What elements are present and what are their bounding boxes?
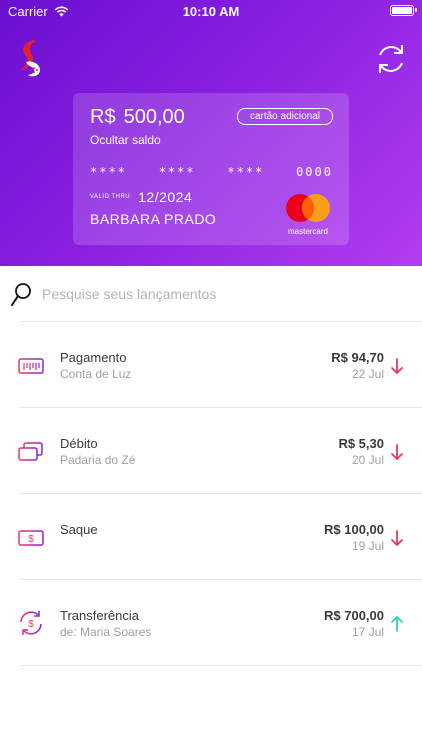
refresh-icon[interactable]: [374, 42, 408, 76]
header-banner: Carrier 10:10 AM R$ 500,00 Ocultar saldo…: [0, 0, 422, 266]
status-bar: Carrier 10:10 AM: [0, 0, 422, 22]
svg-text:$: $: [28, 619, 34, 630]
transaction-title: Saque: [60, 522, 98, 537]
divider: [20, 665, 422, 666]
transaction-row[interactable]: $ Saque R$ 100,00 19 Jul: [0, 494, 422, 580]
arrow-down-icon: [391, 358, 403, 375]
barcode-icon: [18, 358, 44, 374]
card-holder: BARBARA PRADO: [90, 211, 217, 227]
mastercard-wordmark: mastercard: [287, 227, 328, 236]
transaction-amount: R$ 700,00: [324, 608, 384, 623]
transaction-amount: R$ 5,30: [338, 436, 384, 451]
arrow-down-icon: [391, 444, 403, 461]
transaction-subtitle: Conta de Luz: [60, 367, 132, 381]
transfer-icon: $: [20, 611, 42, 635]
card-number-group: ****: [90, 165, 127, 179]
transaction-subtitle: Padaria do Zé: [60, 453, 136, 467]
cash-icon: $: [18, 530, 44, 546]
battery-icon: [390, 5, 417, 16]
transaction-date: 22 Jul: [351, 367, 384, 381]
transaction-row[interactable]: $ Transferência de: Maria Soares R$ 700,…: [0, 580, 422, 666]
card-number-group: ****: [158, 165, 196, 179]
mastercard-circles-icon: [286, 194, 330, 222]
credit-card[interactable]: R$ 500,00 Ocultar saldo cartão adicional…: [73, 93, 349, 245]
balance-value: 500,00: [123, 106, 185, 128]
transaction-row[interactable]: Pagamento Conta de Luz R$ 94,70 22 Jul: [0, 322, 422, 408]
balance-currency: R$: [90, 106, 116, 128]
valid-thru-label: VALID THRU: [90, 194, 131, 200]
transaction-amount: R$ 100,00: [324, 522, 384, 537]
mastercard-logo: mastercard: [283, 193, 333, 236]
transaction-title: Pagamento: [60, 350, 127, 365]
balance: R$ 500,00: [90, 106, 185, 129]
transaction-date: 17 Jul: [351, 625, 384, 639]
brand-logo-icon: [20, 40, 40, 77]
search-icon: [11, 283, 31, 306]
card-number: **** **** **** 0000: [90, 165, 333, 179]
clock: 10:10 AM: [182, 4, 240, 19]
transaction-date: 19 Jul: [351, 539, 384, 553]
additional-card-badge: cartão adicional: [236, 108, 333, 125]
card-number-group: ****: [227, 165, 265, 179]
svg-text:$: $: [28, 534, 34, 545]
transaction-amount: R$ 94,70: [331, 350, 384, 365]
arrow-up-icon: [391, 615, 403, 632]
valid-thru-date: 12/2024: [138, 189, 193, 205]
transaction-row[interactable]: Débito Padaria do Zé R$ 5,30 20 Jul: [0, 408, 422, 494]
debit-card-icon: [18, 442, 43, 461]
arrow-down-icon: [391, 530, 403, 547]
card-number-group: 0000: [296, 165, 333, 179]
transaction-subtitle: de: Maria Soares: [60, 625, 152, 639]
transaction-date: 20 Jul: [351, 453, 384, 467]
transaction-title: Transferência: [60, 608, 139, 623]
hide-balance-button[interactable]: Ocultar saldo: [90, 133, 161, 147]
card-expiry: VALID THRU 12/2024: [90, 189, 192, 205]
search-input[interactable]: Pesquise seus lançamentos: [42, 286, 216, 302]
transaction-title: Débito: [60, 436, 98, 451]
